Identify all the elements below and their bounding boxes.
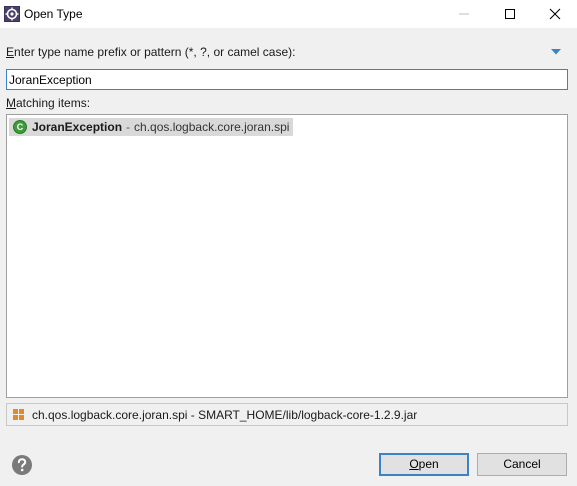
matching-label-text: atching items: [16, 96, 91, 110]
window-title: Open Type [24, 7, 83, 21]
list-item[interactable]: C JoranException - ch.qos.logback.core.j… [9, 118, 294, 136]
view-menu-dropdown-icon[interactable] [550, 48, 562, 56]
open-button[interactable]: Open [379, 453, 469, 476]
class-icon: C [13, 120, 27, 134]
details-text: ch.qos.logback.core.joran.spi - SMART_HO… [32, 407, 418, 422]
matching-label-accesskey: M [6, 96, 16, 110]
package-icon [13, 408, 25, 421]
maximize-icon [505, 9, 515, 19]
cancel-button[interactable]: Cancel [477, 453, 567, 476]
close-button[interactable] [532, 0, 577, 28]
pattern-label-accesskey: E [6, 45, 15, 59]
close-icon [549, 8, 561, 20]
minimize-icon [459, 13, 469, 15]
result-separator: - [126, 120, 131, 134]
type-pattern-input[interactable] [6, 69, 568, 90]
pattern-label-text: nter type name prefix or pattern (*, ?, … [14, 45, 296, 59]
maximize-button[interactable] [487, 0, 533, 28]
minimize-button[interactable] [441, 0, 487, 28]
matching-items-label: Matching items: [6, 96, 90, 110]
result-package-name: ch.qos.logback.core.joran.spi [134, 120, 290, 134]
pattern-label: Enter type name prefix or pattern (*, ?,… [6, 45, 295, 59]
open-button-label: pen [418, 457, 439, 471]
result-type-name: JoranException [32, 120, 123, 134]
matching-items-list[interactable]: C JoranException - ch.qos.logback.core.j… [6, 114, 568, 398]
eclipse-gear-icon [4, 6, 20, 22]
help-icon[interactable] [11, 454, 33, 476]
open-button-accesskey: O [409, 457, 419, 471]
title-bar: Open Type [0, 0, 577, 28]
selection-details: ch.qos.logback.core.joran.spi - SMART_HO… [6, 403, 568, 426]
